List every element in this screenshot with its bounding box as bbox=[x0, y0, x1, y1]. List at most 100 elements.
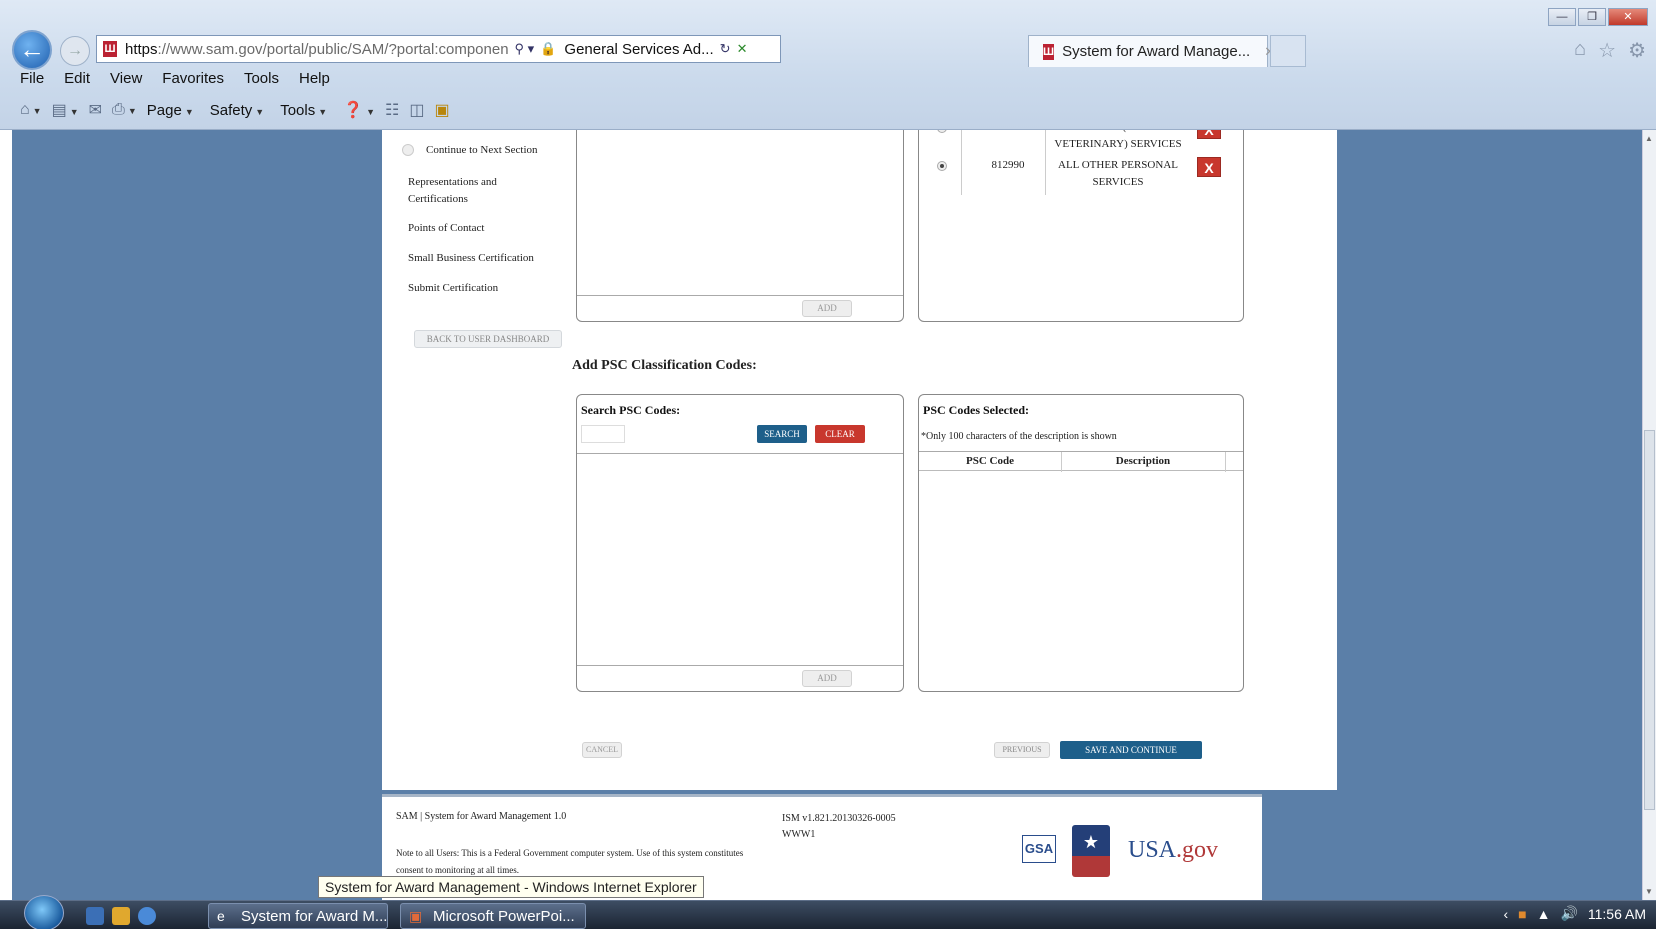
seal-logo-icon[interactable]: ★ bbox=[1072, 825, 1110, 877]
usagov-usa: USA bbox=[1128, 837, 1177, 863]
new-tab-button[interactable] bbox=[1270, 35, 1306, 67]
scroll-thumb[interactable] bbox=[1644, 430, 1655, 810]
psc-add-row: ADD bbox=[577, 665, 903, 691]
usagov-logo[interactable]: USA.gov bbox=[1128, 837, 1218, 864]
back-button[interactable]: ← bbox=[12, 30, 52, 70]
gear-icon[interactable]: ⚙ bbox=[1628, 38, 1646, 63]
minimize-button[interactable]: — bbox=[1548, 8, 1576, 26]
tray-app-icon[interactable]: ■ bbox=[1518, 906, 1526, 922]
nav-bullet-icon bbox=[402, 144, 414, 157]
naics-add-button[interactable]: ADD bbox=[802, 300, 852, 317]
window-controls: — ❐ ✕ bbox=[1548, 8, 1648, 26]
scroll-down-icon[interactable]: ▼ bbox=[1645, 887, 1653, 896]
psc-description-note: *Only 100 characters of the description … bbox=[921, 431, 1117, 442]
psc-table-header: PSC Code Description bbox=[919, 451, 1243, 472]
psc-add-button[interactable]: ADD bbox=[802, 670, 852, 687]
naics-code: 812990 bbox=[991, 159, 1025, 171]
scroll-up-icon[interactable]: ▲ bbox=[1645, 134, 1653, 143]
footer-user-note: Note to all Users: This is a Federal Gov… bbox=[396, 848, 744, 875]
taskbar-ie-window[interactable]: e System for Award M... bbox=[208, 903, 388, 929]
footer-server: WWW1 bbox=[782, 829, 816, 840]
show-desktop-icon[interactable] bbox=[86, 907, 104, 925]
home-icon[interactable]: ⌂ ▼ bbox=[20, 101, 42, 119]
url-host: ://www.sam.gov bbox=[157, 40, 263, 58]
primary-radio[interactable] bbox=[937, 161, 947, 171]
sidebar-item-small-business[interactable]: Small Business Certification bbox=[408, 250, 568, 267]
taskbar-ppt-label: Microsoft PowerPoi... bbox=[433, 908, 575, 925]
delete-naics-button[interactable]: X bbox=[1197, 157, 1221, 177]
feeds-icon[interactable]: ▤ ▼ bbox=[52, 100, 79, 120]
tab-title: System for Award Manage... bbox=[1062, 43, 1251, 60]
naics-selected-panel: 812910 PET CARE (EXCEPT VETERINARY) SERV… bbox=[918, 130, 1244, 322]
system-tray: ‹ ■ ▲ 🔊 11:56 AM bbox=[1503, 905, 1646, 922]
menu-help[interactable]: Help bbox=[299, 70, 330, 87]
psc-search-panel: Search PSC Codes: SEARCH CLEAR ADD bbox=[576, 394, 904, 692]
print-icon[interactable]: ⎙ ▼ bbox=[112, 101, 137, 119]
tools-menu[interactable]: Tools ▼ bbox=[280, 102, 327, 119]
volume-icon[interactable]: 🔊 bbox=[1560, 905, 1577, 922]
gsa-logo[interactable]: GSA bbox=[1022, 835, 1056, 863]
explorer-icon[interactable] bbox=[112, 907, 130, 925]
delete-naics-button[interactable]: X bbox=[1197, 130, 1221, 139]
ie-quicklaunch-icon[interactable] bbox=[138, 907, 156, 925]
network-icon[interactable]: ▲ bbox=[1537, 906, 1551, 922]
clear-button[interactable]: CLEAR bbox=[815, 425, 865, 443]
sidebar-item-submit[interactable]: Submit Certification bbox=[408, 280, 548, 297]
stop-icon[interactable]: ✕ bbox=[737, 41, 748, 57]
sidebar-item-reps-certs[interactable]: Representations and Certifications bbox=[408, 174, 548, 208]
psc-search-input[interactable] bbox=[581, 425, 625, 443]
page-menu[interactable]: Page ▼ bbox=[147, 102, 194, 119]
research-icon[interactable]: ☷ bbox=[385, 100, 399, 120]
lock-icon[interactable]: 🔒 bbox=[540, 41, 556, 57]
psc-selected-panel: PSC Codes Selected: *Only 100 characters… bbox=[918, 394, 1244, 692]
favorites-star-icon[interactable]: ☆ bbox=[1598, 38, 1616, 63]
menu-bar: File Edit View Favorites Tools Help bbox=[20, 70, 350, 87]
cancel-button[interactable]: CANCEL bbox=[582, 742, 622, 758]
tray-expand-icon[interactable]: ‹ bbox=[1503, 906, 1508, 922]
back-to-dashboard-button[interactable]: BACK TO USER DASHBOARD bbox=[414, 330, 562, 348]
primary-radio[interactable] bbox=[937, 130, 947, 133]
url-text[interactable]: https://www.sam.gov/portal/public/SAM/?p… bbox=[125, 41, 509, 58]
footer-version: ISM v1.821.20130326-0005 WWW1 bbox=[782, 811, 896, 843]
naics-search-panel: ADD bbox=[576, 130, 904, 322]
previous-button[interactable]: PREVIOUS bbox=[994, 742, 1050, 758]
security-identity[interactable]: General Services Ad... bbox=[564, 41, 713, 58]
address-bar[interactable]: Ш https://www.sam.gov/portal/public/SAM/… bbox=[96, 35, 781, 63]
page-menu-label: Page bbox=[146, 101, 182, 119]
search-dropdown-icon[interactable]: ⚲ ▾ bbox=[515, 41, 535, 57]
safety-menu[interactable]: Safety ▼ bbox=[210, 102, 264, 119]
mail-icon[interactable]: ✉ bbox=[89, 100, 102, 120]
naics-description: PET CARE (EXCEPT VETERINARY) SERVICES bbox=[1054, 130, 1182, 150]
home-icon[interactable]: ⌂ bbox=[1574, 38, 1586, 63]
sidebar-item-points-of-contact[interactable]: Points of Contact bbox=[408, 220, 548, 237]
column-divider bbox=[961, 151, 962, 195]
menu-file[interactable]: File bbox=[20, 70, 44, 87]
save-and-continue-button[interactable]: SAVE AND CONTINUE bbox=[1060, 741, 1202, 759]
menu-edit[interactable]: Edit bbox=[64, 70, 90, 87]
column-divider bbox=[1045, 151, 1046, 195]
tab-sam[interactable]: Ш System for Award Manage... ✕ bbox=[1028, 35, 1275, 67]
restore-button[interactable]: ❐ bbox=[1578, 8, 1606, 26]
vertical-scrollbar[interactable]: ▲ ▼ bbox=[1642, 130, 1656, 900]
refresh-icon[interactable]: ↻ bbox=[720, 41, 731, 57]
sam-favicon-icon: Ш bbox=[103, 41, 117, 57]
taskbar-powerpoint-window[interactable]: ▣ Microsoft PowerPoi... bbox=[400, 903, 586, 929]
close-window-button[interactable]: ✕ bbox=[1608, 8, 1648, 26]
divider bbox=[577, 453, 903, 454]
menu-favorites[interactable]: Favorites bbox=[162, 70, 224, 87]
start-button[interactable] bbox=[24, 895, 64, 929]
help-icon[interactable]: ❓ ▼ bbox=[343, 100, 375, 120]
menu-view[interactable]: View bbox=[110, 70, 142, 87]
continue-next-section[interactable]: Continue to Next Section bbox=[402, 144, 538, 157]
onenote-icon[interactable]: ▣ bbox=[434, 100, 449, 120]
forward-button[interactable]: → bbox=[60, 36, 90, 66]
search-button[interactable]: SEARCH bbox=[757, 425, 807, 443]
footer-sam-label: SAM | System for Award Management 1.0 bbox=[396, 811, 567, 822]
sam-favicon-icon: Ш bbox=[1043, 43, 1055, 60]
psc-search-title: Search PSC Codes: bbox=[581, 403, 681, 417]
menu-tools[interactable]: Tools bbox=[244, 70, 279, 87]
clock[interactable]: 11:56 AM bbox=[1588, 906, 1646, 922]
translate-icon[interactable]: ◫ bbox=[409, 100, 424, 120]
browser-toolbar-icons: ⌂ ☆ ⚙ bbox=[1574, 38, 1646, 63]
footer-ism: ISM v1.821.20130326-0005 bbox=[782, 813, 896, 824]
